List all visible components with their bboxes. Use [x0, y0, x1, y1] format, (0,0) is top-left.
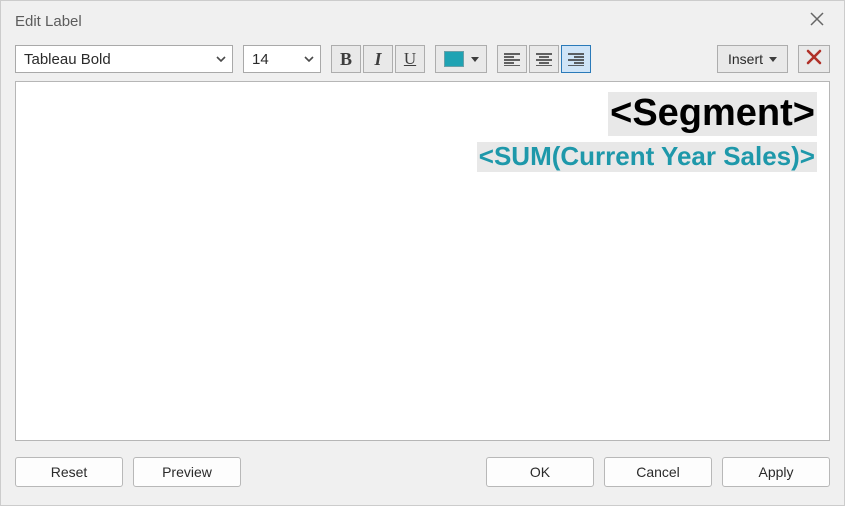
insert-label: Insert — [728, 51, 763, 67]
align-left-icon — [504, 53, 520, 66]
text-style-group: B I U — [331, 45, 425, 73]
edit-label-dialog: Edit Label Tableau Bold 14 B I — [0, 0, 845, 506]
cancel-button[interactable]: Cancel — [604, 457, 712, 487]
reset-button[interactable]: Reset — [15, 457, 123, 487]
font-size-value: 14 — [244, 51, 298, 68]
editor-content: <Segment> <SUM(Current Year Sales)> — [28, 92, 817, 172]
clear-button[interactable] — [798, 45, 830, 73]
window-title: Edit Label — [15, 13, 800, 30]
ok-label: OK — [530, 464, 550, 480]
reset-label: Reset — [51, 464, 88, 480]
align-center-icon — [536, 53, 552, 66]
apply-label: Apply — [758, 464, 793, 480]
preview-button[interactable]: Preview — [133, 457, 241, 487]
ok-button[interactable]: OK — [486, 457, 594, 487]
italic-button[interactable]: I — [363, 45, 393, 73]
underline-icon: U — [404, 49, 416, 69]
dialog-footer: Reset Preview OK Cancel Apply — [1, 441, 844, 505]
alignment-group — [497, 45, 591, 73]
caret-down-icon — [769, 57, 777, 62]
bold-button[interactable]: B — [331, 45, 361, 73]
color-swatch-icon — [444, 51, 464, 67]
underline-button[interactable]: U — [395, 45, 425, 73]
cancel-label: Cancel — [636, 464, 680, 480]
font-family-value: Tableau Bold — [16, 51, 210, 68]
caret-down-icon — [471, 57, 479, 62]
field-placeholder-segment[interactable]: <Segment> — [608, 92, 817, 136]
color-group — [435, 45, 487, 73]
apply-button[interactable]: Apply — [722, 457, 830, 487]
align-right-icon — [568, 53, 584, 66]
label-text-editor[interactable]: <Segment> <SUM(Current Year Sales)> — [15, 81, 830, 441]
clear-x-icon — [806, 49, 822, 70]
align-center-button[interactable] — [529, 45, 559, 73]
close-icon — [810, 12, 824, 30]
format-toolbar: Tableau Bold 14 B I U — [1, 39, 844, 81]
bold-icon: B — [340, 49, 352, 70]
preview-label: Preview — [162, 464, 212, 480]
window-close-button[interactable] — [800, 8, 834, 34]
align-right-button[interactable] — [561, 45, 591, 73]
italic-icon: I — [374, 49, 381, 70]
font-color-button[interactable] — [435, 45, 487, 73]
chevron-down-icon — [210, 46, 232, 72]
title-bar: Edit Label — [1, 1, 844, 39]
font-size-select[interactable]: 14 — [243, 45, 321, 73]
insert-field-button[interactable]: Insert — [717, 45, 788, 73]
font-family-select[interactable]: Tableau Bold — [15, 45, 233, 73]
align-left-button[interactable] — [497, 45, 527, 73]
chevron-down-icon — [298, 46, 320, 72]
field-placeholder-sum[interactable]: <SUM(Current Year Sales)> — [477, 142, 817, 172]
